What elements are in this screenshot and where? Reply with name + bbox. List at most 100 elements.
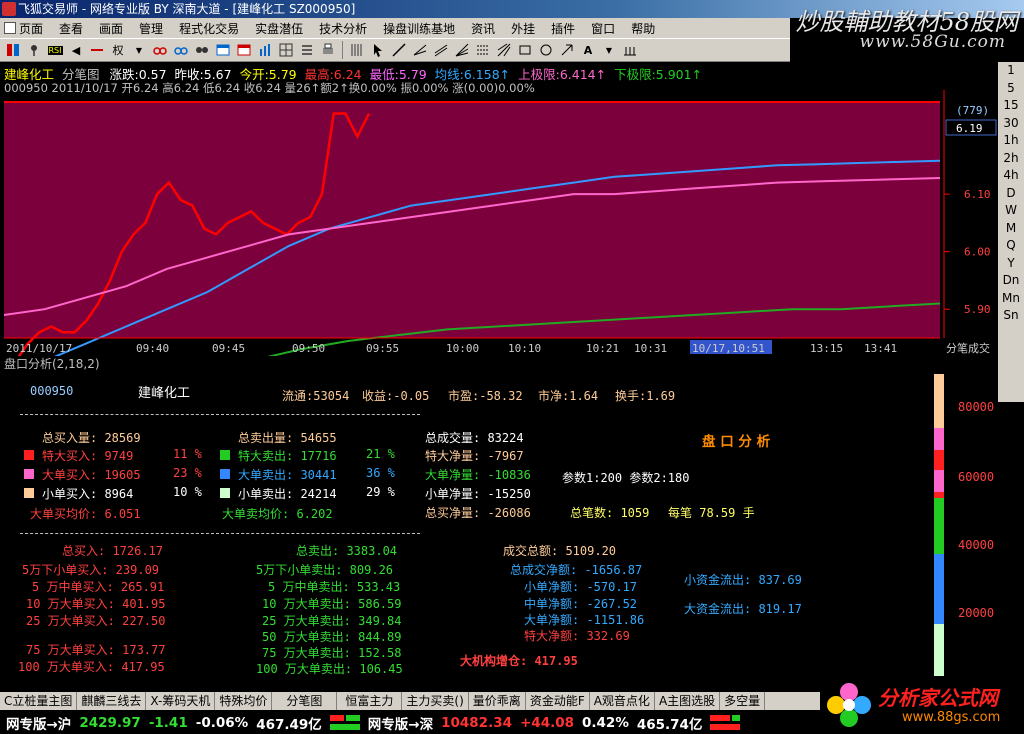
tab-11[interactable]: 多空量 <box>720 692 766 710</box>
rect-tool-icon[interactable] <box>516 41 534 59</box>
sell-s-pct: 29 % <box>366 485 395 499</box>
vlines-icon[interactable] <box>348 41 366 59</box>
pin-icon[interactable] <box>25 41 43 59</box>
tab-2[interactable]: X-筹码天机 <box>146 692 216 710</box>
window-title: 飞狐交易师 - 网络专业版 BY 深南大道 - [建峰化工 SZ000950] <box>18 2 356 16</box>
buy-l-swatch <box>24 469 34 479</box>
text-tool-icon[interactable]: A <box>579 41 597 59</box>
menu-item-program-trading[interactable]: 程式化交易 <box>171 20 247 37</box>
menu-item-help[interactable]: 帮助 <box>623 20 663 37</box>
menu-item-window[interactable]: 窗口 <box>583 20 623 37</box>
net-total-vol: 总成交量: 83224 <box>425 431 524 445</box>
buy-amount-5: 100 万大单买入: 417.95 <box>18 660 165 674</box>
buy-total: 总买入量: 28569 <box>42 431 141 445</box>
period-q[interactable]: Q <box>998 237 1024 255</box>
period-m[interactable]: M <box>998 220 1024 238</box>
period-y[interactable]: Y <box>998 255 1024 273</box>
tab-0[interactable]: C立桩量主图 <box>0 692 78 710</box>
print-icon[interactable] <box>319 41 337 59</box>
rsi-button[interactable]: RSI <box>46 41 64 59</box>
window-icon[interactable] <box>214 41 232 59</box>
period-dn[interactable]: Dn <box>998 272 1024 290</box>
buy-l-pct: 23 % <box>173 466 202 480</box>
cycle-tool-icon[interactable] <box>621 41 639 59</box>
amount-total: 成交总额: 5109.20 <box>503 544 617 558</box>
tab-7[interactable]: 量价乖离 <box>469 692 526 710</box>
period-2h[interactable]: 2h <box>998 150 1024 168</box>
sell-l-swatch <box>220 469 230 479</box>
cursor-icon[interactable] <box>369 41 387 59</box>
tab-6[interactable]: 主力买卖() <box>402 692 469 710</box>
sz-index: 10482.34 <box>441 715 512 731</box>
period-d[interactable]: D <box>998 185 1024 203</box>
tile-icon[interactable] <box>4 41 22 59</box>
period-sn[interactable]: Sn <box>998 307 1024 325</box>
menu-item-page[interactable]: 页面 <box>0 20 51 37</box>
tab-5[interactable]: 恒富主力 <box>337 692 403 710</box>
intraday-chart[interactable]: (779) 6.19 6.10 6.00 5.90 2011/10/17 09:40 09:4… <box>0 62 998 356</box>
menu-item-training[interactable]: 操盘训练基地 <box>375 20 463 37</box>
glasses-icon[interactable] <box>151 41 169 59</box>
period-30[interactable]: 30 <box>998 115 1024 133</box>
tab-8[interactable]: 资金动能F <box>526 692 590 710</box>
stock-name-panel: 建峰化工 <box>138 386 191 401</box>
quan-button[interactable]: 权 <box>109 41 127 59</box>
sell-s: 小单卖出: 24214 <box>238 487 337 501</box>
order-flow-panel: 000950 建峰化工 流通:53054 收益:-0.05 市盈:-58.32 … <box>0 370 998 692</box>
sh-index: 2429.97 <box>79 715 141 731</box>
tab-3[interactable]: 特殊均价 <box>215 692 273 710</box>
tab-1[interactable]: 麒麟三线去 <box>77 692 147 710</box>
ray-tool-icon[interactable] <box>411 41 429 59</box>
menu-item-screen[interactable]: 画面 <box>91 20 131 37</box>
menu-item-view[interactable]: 查看 <box>51 20 91 37</box>
tab-10[interactable]: A主图选股 <box>655 692 721 710</box>
x-tick-label: 10/17,10:51 <box>692 342 765 355</box>
exchange-icon[interactable] <box>88 41 106 59</box>
period-15[interactable]: 15 <box>998 97 1024 115</box>
sell-amount-2: 10 万大单卖出: 586.59 <box>262 597 402 611</box>
period-4h[interactable]: 4h <box>998 167 1024 185</box>
menu-item-info[interactable]: 资讯 <box>463 20 503 37</box>
sz-label[interactable]: 网专版→深 <box>368 713 433 733</box>
x-tick-label: 09:40 <box>136 342 169 355</box>
parallel-tool-icon[interactable] <box>432 41 450 59</box>
period-mn[interactable]: Mn <box>998 290 1024 308</box>
menu-item-manage[interactable]: 管理 <box>131 20 171 37</box>
amount-small: 小单净额: -570.17 <box>524 580 638 594</box>
scale-40000: 40000 <box>958 538 995 552</box>
menu-item-tech-analysis[interactable]: 技术分析 <box>311 20 375 37</box>
sell-l: 大单卖出: 30441 <box>238 468 337 482</box>
arrow-tool-icon[interactable] <box>558 41 576 59</box>
compare-icon[interactable] <box>172 41 190 59</box>
tab-9[interactable]: A观音点化 <box>590 692 655 710</box>
period-w[interactable]: W <box>998 202 1024 220</box>
period-bar: 1 5 15 30 1h 2h 4h D W M Q Y Dn Mn Sn <box>998 62 1024 402</box>
period-1[interactable]: 1 <box>998 62 1024 80</box>
eye-icon[interactable] <box>193 41 211 59</box>
circle-tool-icon[interactable] <box>537 41 555 59</box>
more-tool-icon[interactable]: ▼ <box>600 41 618 59</box>
bars-icon[interactable] <box>256 41 274 59</box>
menu-item-live[interactable]: 实盘潜伍 <box>247 20 311 37</box>
period-1h[interactable]: 1h <box>998 132 1024 150</box>
line-tool-icon[interactable] <box>390 41 408 59</box>
sh-label[interactable]: 网专版→沪 <box>6 713 71 733</box>
params: 参数1:200 参数2:180 <box>562 471 690 485</box>
menu-item-plugins[interactable]: 插件 <box>543 20 583 37</box>
quote-info-bar: 建峰化工 分笔图 涨跌:0.57 昨收:5.67 今开:5.79 最高:6.24… <box>4 64 944 82</box>
y-tick-label: 6.00 <box>964 246 991 259</box>
menu-item-plugins-ext[interactable]: 外挂 <box>503 20 543 37</box>
tab-4[interactable]: 分笔图 <box>272 692 338 710</box>
arrow-left-icon[interactable]: ◀ <box>67 41 85 59</box>
period-5[interactable]: 5 <box>998 80 1024 98</box>
x-tick-label: 10:10 <box>508 342 541 355</box>
fan-tool-icon[interactable] <box>453 41 471 59</box>
gann-tool-icon[interactable] <box>495 41 513 59</box>
chevron-down-icon[interactable]: ▼ <box>130 41 148 59</box>
chart-canvas[interactable]: (779) 6.19 6.10 6.00 5.90 2011/10/17 09:40 09:4… <box>0 62 998 356</box>
scale-20000: 20000 <box>958 606 995 620</box>
fib-tool-icon[interactable] <box>474 41 492 59</box>
grid-icon[interactable] <box>277 41 295 59</box>
list-icon[interactable] <box>298 41 316 59</box>
window2-icon[interactable] <box>235 41 253 59</box>
